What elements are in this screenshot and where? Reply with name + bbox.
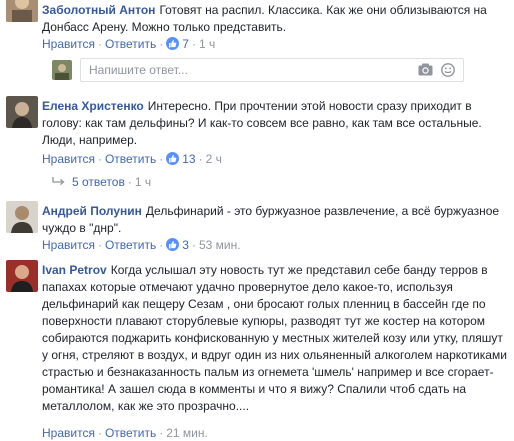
like-count[interactable]: 7 [182, 37, 189, 51]
like-link[interactable]: Нравится [42, 238, 95, 252]
reply-link[interactable]: Ответить [105, 426, 156, 440]
comment-actions: Нравится · Ответить · 3 · 53 мин. [42, 238, 241, 252]
comment-author[interactable]: Заболотный Антон [42, 3, 155, 17]
reply-input-box[interactable] [80, 58, 464, 82]
comment-time[interactable]: 21 мин. [166, 426, 208, 440]
thumbs-up-icon [166, 238, 180, 251]
comment-author[interactable]: Андрей Полунин [42, 204, 142, 218]
avatar[interactable] [6, 0, 38, 22]
comment-actions: Нравится · Ответить · 7 · 1 ч [42, 37, 216, 51]
reply-link[interactable]: Ответить [105, 152, 156, 166]
reply-link[interactable]: Ответить [105, 37, 156, 51]
comment-actions: Нравится · Ответить · 13 · 2 ч [42, 152, 222, 166]
emoji-icon[interactable] [441, 63, 455, 80]
comment-text: Когда услышал эту новость тут же предста… [42, 263, 507, 413]
reply-bar [52, 58, 464, 82]
avatar[interactable] [6, 260, 38, 292]
camera-icon[interactable] [418, 63, 433, 79]
replies-time: 1 ч [134, 175, 152, 189]
like-link[interactable]: Нравится [42, 152, 95, 166]
reply-arrow-icon [52, 175, 66, 191]
reply-input[interactable] [87, 62, 421, 78]
like-count[interactable]: 3 [182, 238, 189, 252]
avatar[interactable] [6, 96, 38, 128]
comment-actions: Нравится · Ответить · 21 мин. [42, 426, 208, 440]
thumbs-up-icon [166, 37, 180, 50]
comment-time[interactable]: 1 ч [199, 37, 215, 51]
like-count[interactable]: 13 [182, 152, 195, 166]
avatar[interactable] [6, 201, 38, 233]
avatar [52, 60, 72, 80]
thumbs-up-icon [166, 152, 180, 165]
comment-author[interactable]: Елена Христенко [42, 99, 144, 113]
like-link[interactable]: Нравится [42, 37, 95, 51]
comment-time[interactable]: 2 ч [206, 152, 222, 166]
comment-author[interactable]: Ivan Petrov [42, 263, 107, 277]
reply-link[interactable]: Ответить [105, 238, 156, 252]
comment-time[interactable]: 53 мин. [199, 238, 241, 252]
like-link[interactable]: Нравится [42, 426, 95, 440]
view-replies-link[interactable]: 5 ответов · 1 ч [52, 174, 151, 190]
replies-count[interactable]: 5 ответов [72, 175, 125, 189]
